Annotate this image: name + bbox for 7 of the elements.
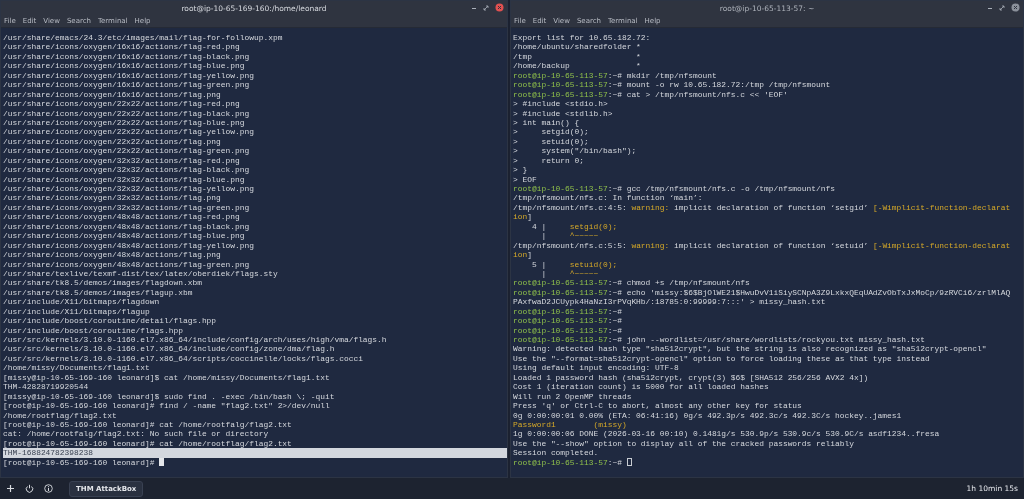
add-icon[interactable]	[6, 484, 15, 493]
info-icon[interactable]	[44, 484, 53, 493]
close-icon[interactable]	[1011, 3, 1020, 12]
maximize-icon[interactable]	[483, 4, 489, 11]
maximize-icon[interactable]	[999, 4, 1005, 11]
close-icon[interactable]	[495, 3, 504, 12]
power-icon[interactable]	[25, 484, 34, 493]
